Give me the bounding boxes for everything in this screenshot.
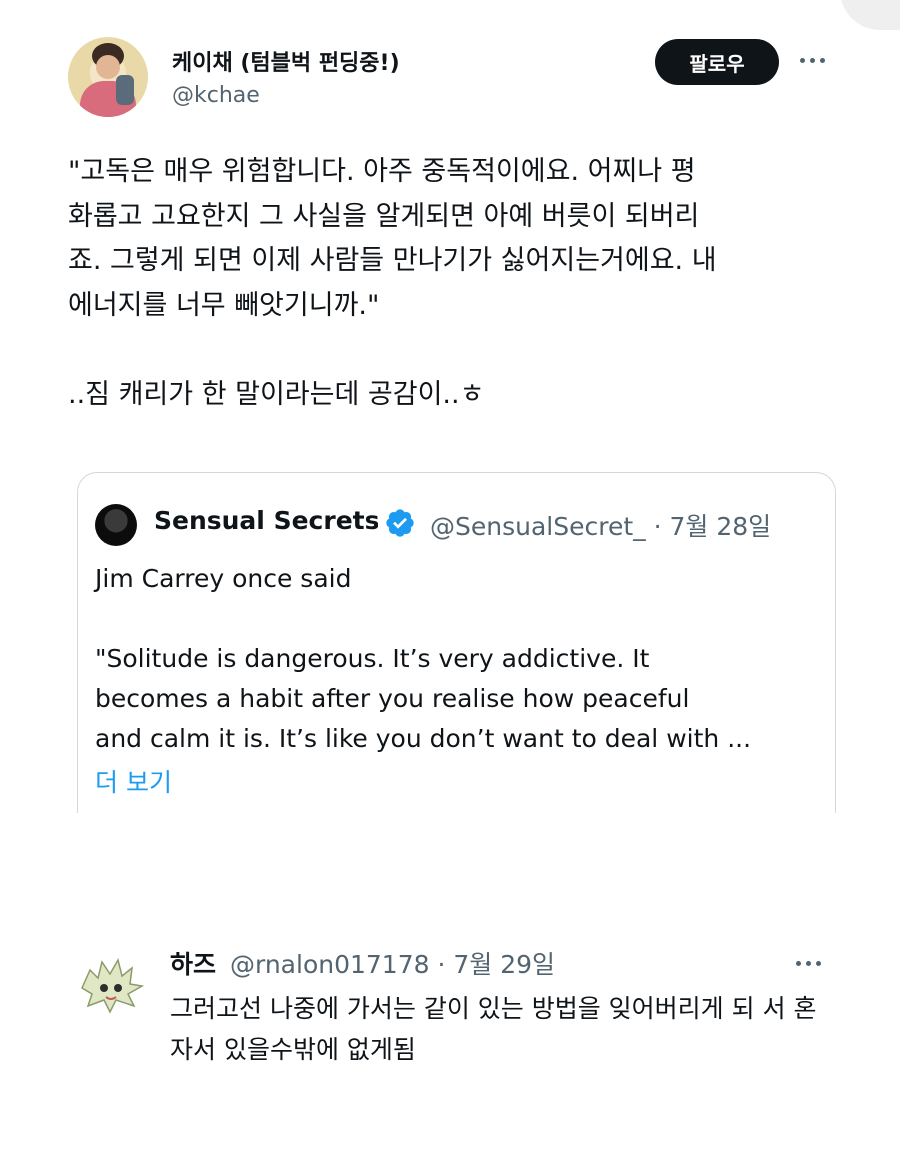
quoted-handle-date[interactable]: @SensualSecret_ · 7월 28일 (430, 507, 771, 543)
quoted-tweet-text: Jim Carrey once said "Solitude is danger… (95, 564, 752, 753)
show-more-link[interactable]: 더 보기 (95, 763, 172, 799)
quoted-author-name[interactable]: Sensual Secrets (154, 506, 378, 535)
reply-text: 그러고선 나중에 가서는 같이 있는 방법을 잊어버리게 되 서 혼자서 있을수… (170, 994, 817, 1064)
follow-button[interactable]: 팔로우 (655, 39, 779, 85)
verified-badge-icon (386, 509, 414, 537)
tweet-text: "고독은 매우 위험합니다. 아주 중독적이에요. 어찌나 평 화롭고 고요한지… (68, 156, 717, 410)
author-handle[interactable]: @kchae (172, 83, 260, 108)
reply-author-name[interactable]: 하즈 (170, 945, 216, 981)
quoted-tweet-card[interactable]: Sensual Secrets @SensualSecret_ · 7월 28일… (77, 472, 836, 813)
tweet-header: 케이채 (텀블벅 펀딩중!) @kchae 팔로우 (68, 37, 828, 119)
more-horizontal-icon[interactable] (796, 961, 821, 966)
corner-shape (840, 0, 900, 30)
author-name[interactable]: 케이채 (텀블벅 펀딩중!) (172, 45, 400, 77)
quoted-author-avatar[interactable] (95, 504, 137, 546)
more-horizontal-icon[interactable] (800, 58, 825, 63)
author-avatar[interactable] (68, 37, 148, 117)
reply-tweet[interactable]: 하즈 @rnalon017178 · 7월 29일 그러고선 나중에 가서는 같… (72, 940, 832, 1080)
reply-author-avatar[interactable] (72, 948, 148, 1024)
reply-handle-date[interactable]: @rnalon017178 · 7월 29일 (230, 945, 555, 981)
